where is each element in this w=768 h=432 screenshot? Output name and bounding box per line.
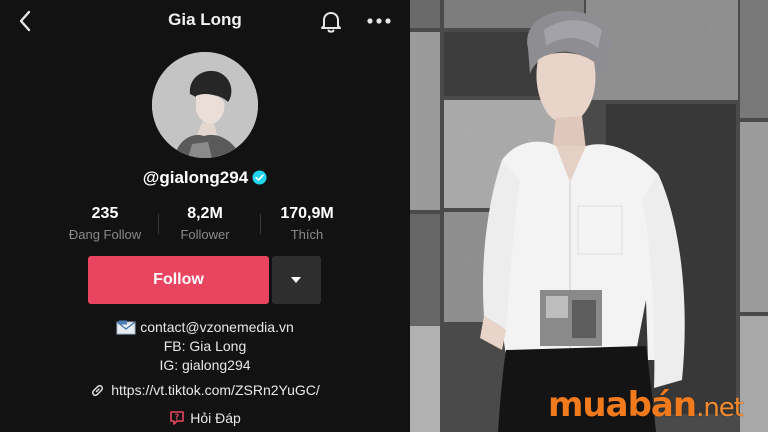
qa-label: Hỏi Đáp <box>190 410 241 426</box>
stat-value: 8,2M <box>187 205 223 222</box>
photo-illustration <box>410 0 768 432</box>
bell-icon <box>321 12 341 33</box>
more-options-button[interactable] <box>365 8 393 34</box>
more-horizontal-icon <box>367 18 391 24</box>
suggested-accounts-dropdown-button[interactable] <box>272 256 321 304</box>
stat-label: Follower <box>180 227 230 242</box>
question-bubble-icon: ? <box>170 411 185 425</box>
avatar-photo <box>152 52 258 158</box>
watermark-logo: muabán.net <box>548 384 762 426</box>
caret-down-icon <box>291 277 301 283</box>
avatar[interactable] <box>152 52 258 158</box>
stat-value: 235 <box>91 205 119 222</box>
profile-link-text: https://vt.tiktok.com/ZSRn2YuGC/ <box>111 382 320 398</box>
profile-photo <box>410 0 768 432</box>
username: @gialong294 <box>142 168 249 187</box>
stat-value: 170,9M <box>280 205 334 222</box>
bio: contact@vzonemedia.vn FB: Gia Long IG: g… <box>0 318 410 375</box>
stat-label: Đang Follow <box>68 227 142 242</box>
top-bar: Gia Long <box>0 0 410 42</box>
qa-button[interactable]: ? Hỏi Đáp <box>0 410 410 426</box>
bio-ig: IG: gialong294 <box>159 357 251 373</box>
bio-fb: FB: Gia Long <box>163 338 247 354</box>
stat-following[interactable]: 235 Đang Follow <box>50 204 160 244</box>
link-icon <box>92 384 104 397</box>
verified-badge-icon <box>252 170 267 185</box>
stats-row: 235 Đang Follow 8,2M Follower 170,9M Thí… <box>40 204 370 248</box>
handle-row: @gialong294 <box>0 168 410 188</box>
watermark-brand: muabán <box>548 385 697 425</box>
stat-label: Thích <box>290 227 324 242</box>
svg-text:?: ? <box>175 413 180 422</box>
envelope-icon <box>116 320 136 335</box>
page-title: Gia Long <box>168 10 242 29</box>
profile-panel: Gia Long @gialong294 235 Đang Follow 8,2… <box>0 0 410 432</box>
follow-button[interactable]: Follow <box>88 256 269 304</box>
stat-likes[interactable]: 170,9M Thích <box>252 204 362 244</box>
profile-link[interactable]: https://vt.tiktok.com/ZSRn2YuGC/ <box>0 382 410 398</box>
stat-followers[interactable]: 8,2M Follower <box>150 204 260 244</box>
bio-contact: contact@vzonemedia.vn <box>140 319 294 335</box>
watermark-tld: .net <box>696 393 744 423</box>
bio-contact-line: contact@vzonemedia.vn <box>0 318 410 337</box>
notifications-button[interactable] <box>318 8 344 34</box>
